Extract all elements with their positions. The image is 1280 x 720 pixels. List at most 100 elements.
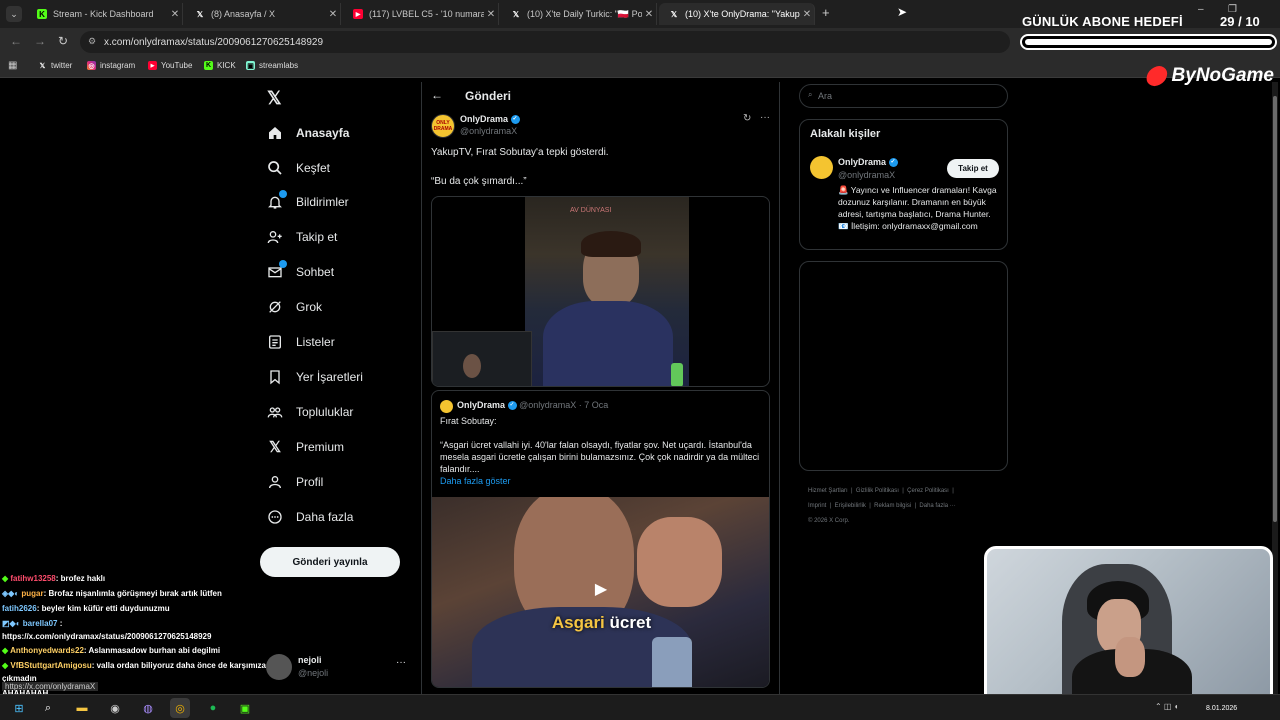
nav-bookmarks[interactable]: Yer İşaretleri <box>266 365 363 389</box>
account-switcher[interactable]: nejoli @nejoli ··· <box>266 652 412 682</box>
footer-link[interactable]: Imprint <box>808 503 826 509</box>
close-icon[interactable]: ✕ <box>168 9 182 20</box>
follow-icon <box>266 228 284 246</box>
post-video[interactable]: AV DÜNYASI <box>431 196 770 387</box>
quote-author-name: OnlyDrama <box>457 400 506 410</box>
bookmark-twitter[interactable]: 𝕏 twitter <box>38 61 73 70</box>
url-field[interactable]: ⚙ x.com/onlydramax/status/20090612706251… <box>80 31 1010 53</box>
back-icon[interactable]: ← <box>10 34 22 48</box>
author-name[interactable]: OnlyDrama ✓ <box>460 114 520 125</box>
nav-notifications[interactable]: Bildirimler <box>266 190 349 214</box>
scrollbar-thumb[interactable] <box>1273 96 1277 522</box>
footer-links: Hizmet Şartları | Gizlilik Politikası | … <box>808 488 956 524</box>
close-icon[interactable]: ✕ <box>326 9 340 20</box>
search-input[interactable]: ⌕ Ara <box>799 84 1008 108</box>
bookmark-icon <box>266 368 284 386</box>
tab-youtube[interactable]: ▶ (117) LVBEL C5 - '10 numara, - ✕ <box>343 3 499 25</box>
footer-link[interactable]: Reklam bilgisi <box>874 503 911 509</box>
mouse-cursor-icon: ➤ <box>897 5 908 19</box>
search-icon <box>266 159 284 177</box>
quote-body: “Asgari ücret vallahi iyi. 40'lar falan … <box>440 440 760 474</box>
bookmark-label: instagram <box>100 61 136 70</box>
nav-communities[interactable]: Topluluklar <box>266 400 353 424</box>
tab-search-button[interactable]: ⌄ <box>6 6 22 22</box>
bookmark-streamlabs[interactable]: ▣ streamlabs <box>246 61 298 70</box>
close-icon[interactable]: ✕ <box>800 9 814 20</box>
tab-kick-dashboard[interactable]: K Stream - Kick Dashboard ✕ <box>27 3 183 25</box>
nav-label: Daha fazla <box>296 510 354 524</box>
quoted-post[interactable]: OnlyDrama ✓ @onlydramaX · 7 Oca Fırat So… <box>431 390 770 688</box>
footer-link[interactable]: Daha fazla ··· <box>919 503 955 509</box>
x-logo-icon: 𝕏 <box>196 9 204 19</box>
site-info-icon[interactable]: ⚙ <box>88 36 96 47</box>
quote-video[interactable]: ▶ Asgari ücret <box>432 497 769 687</box>
search-icon[interactable]: ⌕ <box>39 699 57 717</box>
close-icon[interactable]: ✕ <box>484 9 498 20</box>
bookmark-kick[interactable]: K KICK <box>204 61 236 70</box>
post-button[interactable]: Gönderi yayınla <box>260 547 400 577</box>
caption-word-2: ücret <box>609 613 652 632</box>
system-tray[interactable]: ⌃ ◫ ◖ <box>1155 702 1179 711</box>
search-icon: ⌕ <box>808 90 813 99</box>
x-logo-icon[interactable]: 𝕏 <box>267 88 282 109</box>
more-icon[interactable]: ··· <box>760 112 770 123</box>
apps-icon[interactable]: ▦ <box>8 60 17 71</box>
nav-explore[interactable]: Keşfet <box>266 156 330 180</box>
quote-author[interactable]: OnlyDrama ✓ @onlydramaX · 7 Oca <box>457 400 609 411</box>
nav-lists[interactable]: Listeler <box>266 330 335 354</box>
bynogame-logo: ⬤ ByNoGame <box>1145 64 1274 87</box>
x-logo-icon: 𝕏 <box>39 62 46 70</box>
chrome-icon[interactable]: ◎ <box>170 698 190 718</box>
app-icon[interactable]: ▣ <box>236 699 254 717</box>
quote-avatar <box>440 400 453 413</box>
follow-button[interactable]: Takip et <box>947 159 999 178</box>
chat-text: https://x.com/onlydramax/status/20090612… <box>2 632 212 641</box>
nav-more[interactable]: Daha fazla <box>266 505 353 529</box>
footer-link[interactable]: Çerez Politikası <box>907 488 949 494</box>
related-avatar[interactable] <box>810 156 833 179</box>
forward-icon[interactable]: → <box>34 34 46 48</box>
post-text-line1: YakupTV, Fırat Sobutay'a tepki gösterdi. <box>431 147 609 158</box>
nav-grok[interactable]: Grok <box>266 295 322 319</box>
footer-link[interactable]: Hizmet Şartları <box>808 488 848 494</box>
close-icon[interactable]: ✕ <box>642 9 656 20</box>
tab-x-daily-turkic[interactable]: 𝕏 (10) X'te Daily Turkic: "🇵🇱 Polan ✕ <box>501 3 657 25</box>
related-handle[interactable]: @onlydramaX <box>838 170 895 180</box>
tab-x-onlydrama[interactable]: 𝕏 (10) X'te OnlyDrama: "YakupTV ✕ <box>659 3 815 25</box>
app-icon[interactable]: ◉ <box>106 699 124 717</box>
x-logo-icon: 𝕏 <box>670 9 678 19</box>
windows-start-icon[interactable]: ⊞ <box>10 699 28 717</box>
goal-target: / 10 <box>1238 14 1260 29</box>
author-handle[interactable]: @onlydramaX <box>460 126 517 136</box>
file-explorer-icon[interactable]: ▬ <box>73 699 91 717</box>
profile-icon <box>266 473 284 491</box>
person-hand <box>1115 637 1145 677</box>
more-icon[interactable]: ··· <box>396 657 406 668</box>
grok-explain-icon[interactable]: ↻ <box>743 113 751 124</box>
app-icon[interactable]: ◍ <box>139 699 157 717</box>
footer-link[interactable]: Gizlilik Politikası <box>856 488 899 494</box>
nav-premium[interactable]: 𝕏 Premium <box>266 435 344 459</box>
nav-profile[interactable]: Profil <box>266 470 323 494</box>
bookmark-youtube[interactable]: ▶ YouTube <box>148 61 192 70</box>
nav-follow[interactable]: Takip et <box>266 225 337 249</box>
tab-title: (10) X'te OnlyDrama: "YakupTV <box>685 9 800 19</box>
tab-x-home[interactable]: 𝕏 (8) Anasayfa / X ✕ <box>185 3 341 25</box>
spotify-icon[interactable]: ● <box>204 699 222 717</box>
nav-label: Anasayfa <box>296 126 350 140</box>
new-tab-button[interactable]: + <box>822 5 830 20</box>
video-sign-text: AV DÜNYASI <box>570 207 612 214</box>
minimize-button[interactable]: – <box>1198 4 1204 15</box>
show-more-link[interactable]: Daha fazla göster <box>440 476 511 486</box>
related-name[interactable]: OnlyDrama ✓ <box>838 157 898 168</box>
bookmark-instagram[interactable]: ◎ instagram <box>87 61 135 70</box>
nav-home[interactable]: Anasayfa <box>266 121 349 145</box>
play-icon[interactable]: ▶ <box>590 579 612 601</box>
nav-messages[interactable]: Sohbet <box>266 260 334 284</box>
reload-icon[interactable]: ↻ <box>58 34 68 48</box>
author-avatar[interactable]: ONLY DRAMA <box>431 114 455 138</box>
footer-link[interactable]: Erişilebilirlik <box>835 503 866 509</box>
quote-date: · 7 Oca <box>578 400 609 410</box>
nav-label: Keşfet <box>296 161 331 175</box>
back-arrow-icon[interactable]: ← <box>431 88 443 102</box>
